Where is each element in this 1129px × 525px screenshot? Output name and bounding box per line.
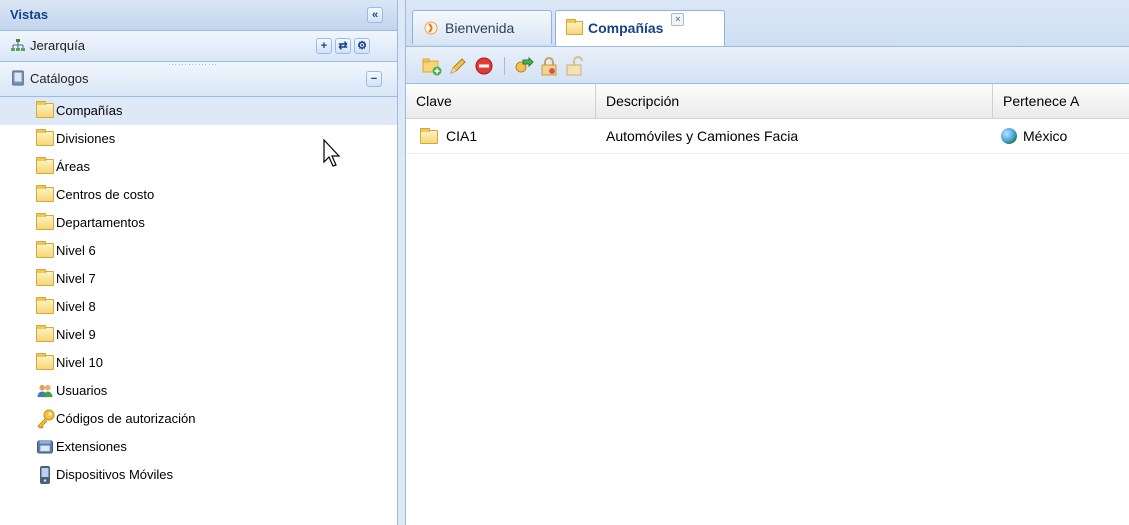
tree-item-nivel-6[interactable]: Nivel 6 [0,237,397,265]
tree-item-label: Nivel 7 [56,271,96,286]
tree-item-label: Nivel 9 [56,327,96,342]
tab-strip: Bienvenida Compañías × [406,0,1129,47]
folder-icon [36,157,54,174]
refresh-button[interactable]: ⇄ [335,38,351,54]
lock-button[interactable] [539,56,559,76]
cell-pertenece-a: México [993,119,1129,153]
tree-item-nivel-8[interactable]: Nivel 8 [0,293,397,321]
folder-icon [420,128,438,144]
tree-item-departamentos[interactable]: Departamentos [0,209,397,237]
mobile-icon [40,466,50,484]
folder-icon [36,129,54,146]
column-header-label: Pertenece A [1003,93,1080,109]
double-chevron-left-icon: « [371,9,379,21]
column-header-label: Descripción [606,93,680,109]
tree-item-centros-de-costo[interactable]: Centros de costo [0,181,397,209]
phone-icon [37,439,53,454]
plus-icon: + [320,40,328,52]
folder-icon [36,185,54,202]
folder-icon [36,297,54,314]
tree-item-nivel-10[interactable]: Nivel 10 [0,349,397,377]
edit-button[interactable] [448,56,468,76]
minus-icon: − [370,73,378,85]
column-clave[interactable]: Clave [406,84,596,118]
unlock-button[interactable] [564,56,584,76]
mouse-cursor-icon [323,138,341,167]
splitter-grip[interactable]: ⋯⋯⋯⋯⋯ [168,60,218,69]
cell-clave: CIA1 [406,119,596,153]
tree-item-dispositivos-moviles[interactable]: Dispositivos Móviles [0,461,397,489]
tree-item-nivel-7[interactable]: Nivel 7 [0,265,397,293]
delete-button[interactable] [474,56,494,76]
key-icon [37,409,55,429]
table-row[interactable]: CIA1 Automóviles y Camiones Facia México [406,119,1129,154]
views-panel-title: Vistas [10,7,49,22]
gear-icon: ⚙ [357,40,367,52]
tree-item-codigos-de-autorizacion[interactable]: Códigos de autorización [0,405,397,433]
collapse-panel-button[interactable]: « [367,7,383,23]
tree-item-label: Centros de costo [56,187,155,202]
tree-item-label: Nivel 6 [56,243,96,258]
close-tab-icon[interactable]: × [671,13,685,26]
add-folder-button[interactable] [422,56,442,76]
cell-descripcion: Automóviles y Camiones Facia [596,119,993,153]
tab-bienvenida[interactable]: Bienvenida [412,10,552,44]
hierarchy-section-header[interactable]: Jerarquía + ⇄ ⚙ [0,31,397,62]
welcome-icon [424,21,438,35]
tree-item-extensiones[interactable]: Extensiones [0,433,397,461]
cell-descripcion-text: Automóviles y Camiones Facia [606,128,799,144]
tree-item-label: Divisiones [56,131,116,146]
catalogs-section-label: Catálogos [30,71,89,86]
main-content-panel: Bienvenida Compañías × Clave Descripción… [405,0,1129,525]
tree-item-label: Áreas [56,159,90,174]
tree-item-label: Nivel 8 [56,299,96,314]
tab-label: Compañías [588,20,664,36]
tree-item-label: Extensiones [56,439,127,454]
catalogs-section-header[interactable]: ⋯⋯⋯⋯⋯ Catálogos − [0,60,397,97]
tree-item-label: Nivel 10 [56,355,103,370]
cell-clave-text: CIA1 [446,128,478,144]
tab-label: Bienvenida [445,20,515,36]
toolbar-separator [504,57,505,75]
tree-item-companias[interactable]: Compañías [0,97,397,125]
users-icon [37,384,53,398]
book-icon [12,70,24,86]
tree-item-label: Compañías [56,103,123,118]
grid-header: Clave Descripción Pertenece A [406,84,1129,119]
folder-icon [36,213,54,230]
views-panel-header: Vistas « [0,0,397,31]
folder-icon [566,19,583,35]
collapse-catalogs-button[interactable]: − [366,71,382,87]
tab-companias[interactable]: Compañías × [555,10,725,46]
tree-item-nivel-9[interactable]: Nivel 9 [0,321,397,349]
folder-icon [36,101,54,118]
cell-pertenece-text: México [1023,128,1068,144]
hierarchy-icon [11,39,25,51]
folder-icon [36,353,54,370]
folder-icon [36,241,54,258]
views-panel: Vistas « Jerarquía + ⇄ ⚙ ⋯⋯⋯⋯⋯ Catálogos… [0,0,398,525]
add-node-button[interactable]: + [316,38,332,54]
move-button[interactable] [514,56,534,76]
hierarchy-section-label: Jerarquía [30,38,85,53]
tree-item-label: Usuarios [56,383,108,398]
column-pertenece-a[interactable]: Pertenece A [993,84,1129,118]
settings-button[interactable]: ⚙ [354,38,370,54]
column-header-label: Clave [416,93,452,109]
folder-icon [36,325,54,342]
folder-icon [36,269,54,286]
grid-toolbar [406,47,1129,84]
globe-icon [1001,128,1017,144]
tree-item-label: Departamentos [56,215,145,230]
tree-item-usuarios[interactable]: Usuarios [0,377,397,405]
tree-item-label: Dispositivos Móviles [56,467,174,482]
column-descripcion[interactable]: Descripción [596,84,993,118]
tree-item-label: Códigos de autorización [56,411,196,426]
refresh-icon: ⇄ [338,40,348,52]
